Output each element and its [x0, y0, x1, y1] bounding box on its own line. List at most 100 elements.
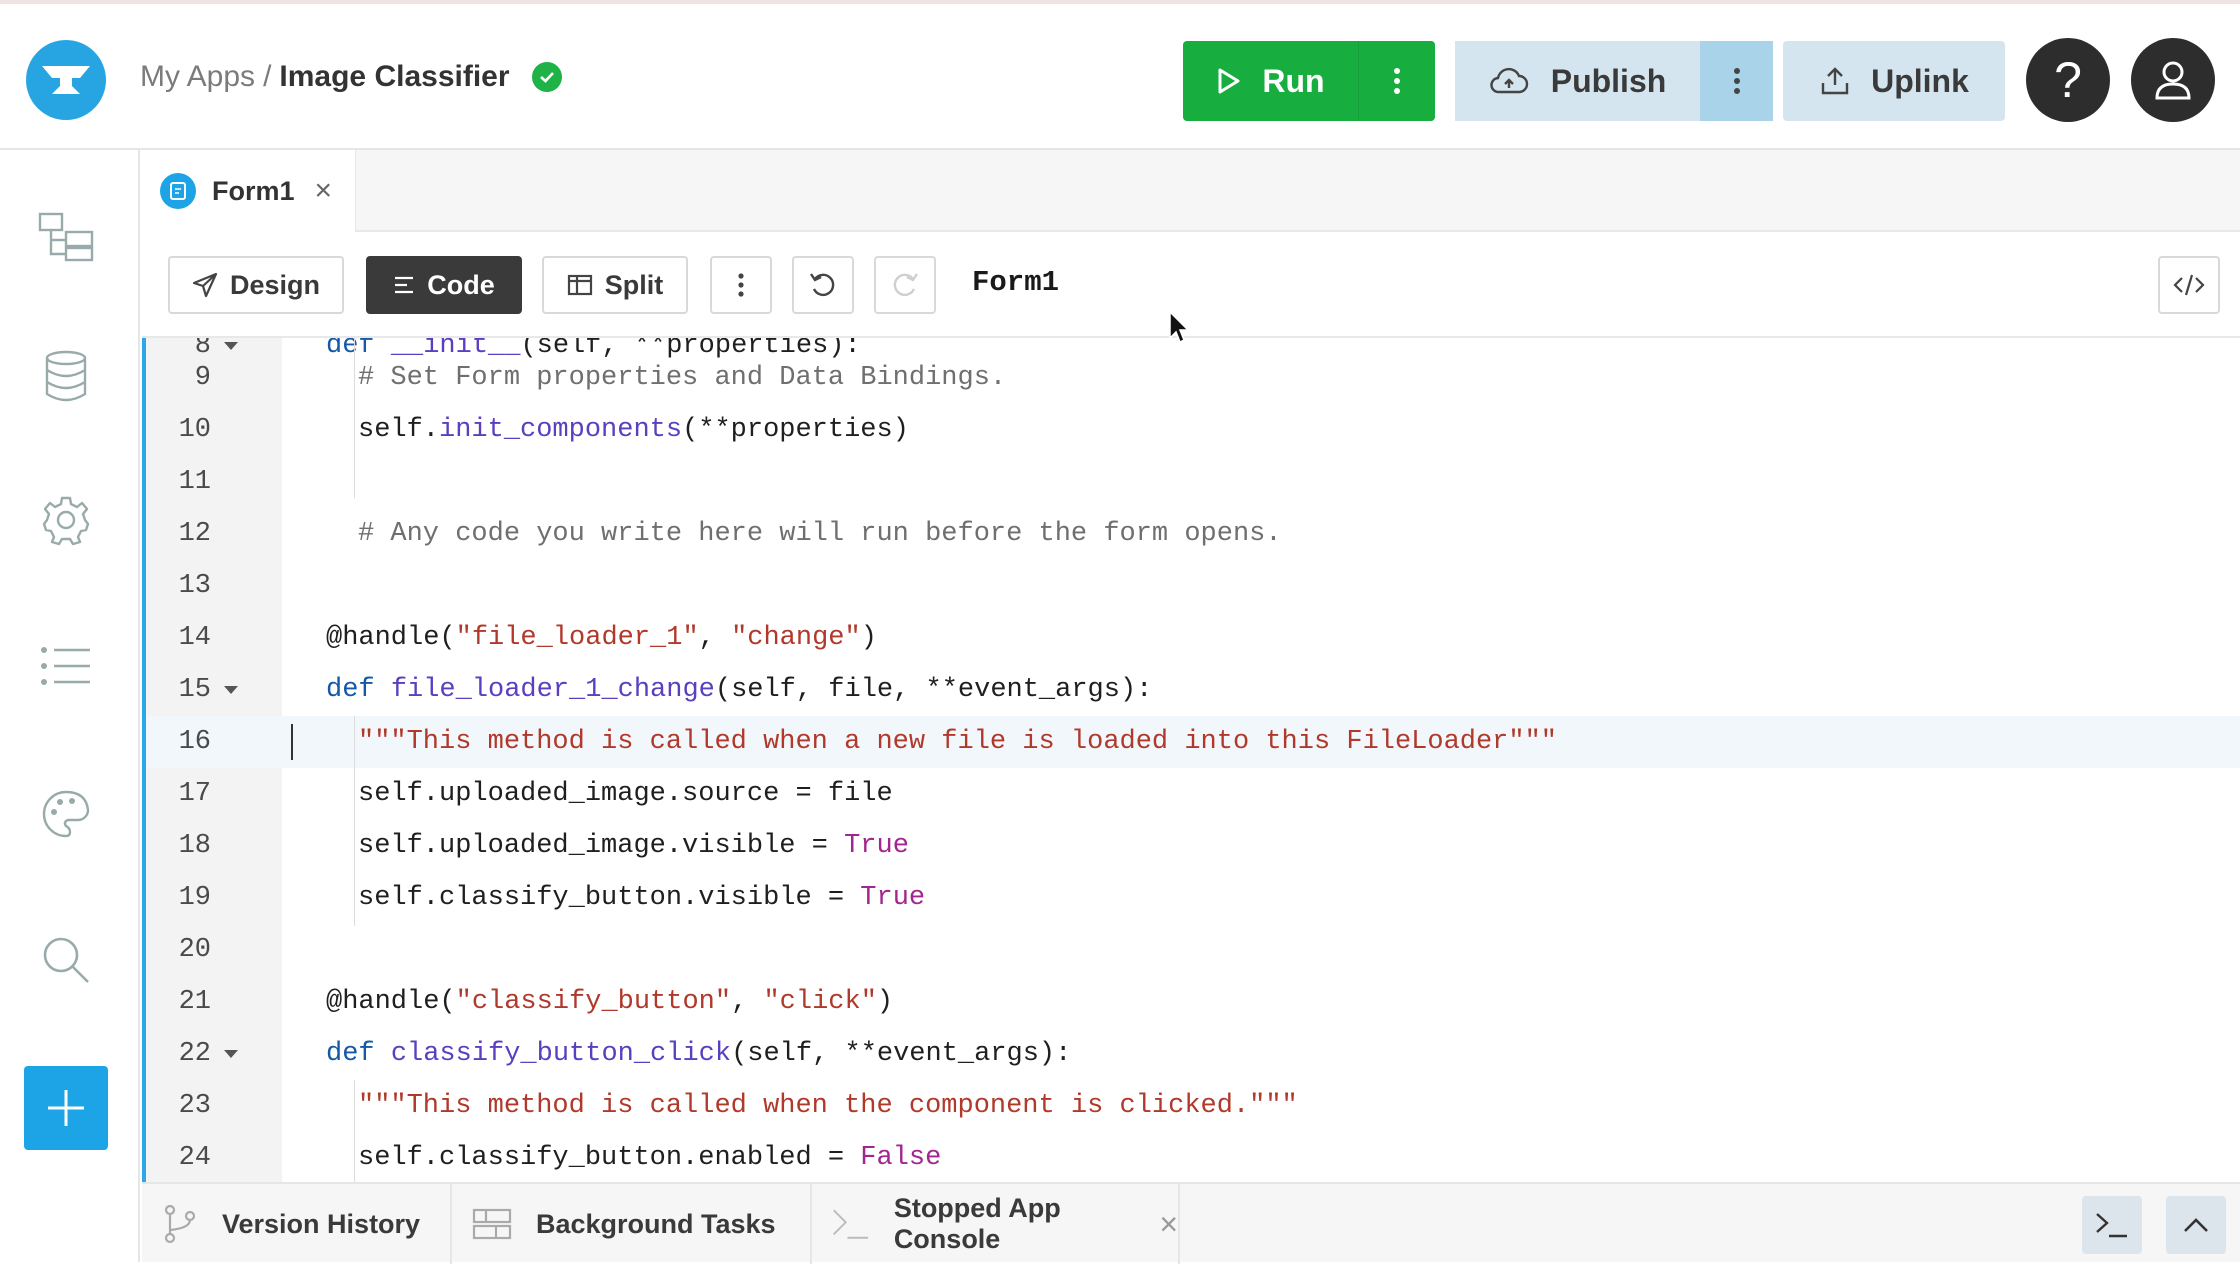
close-icon[interactable]: ×: [315, 174, 333, 208]
code-line[interactable]: 23 """This method is called when the com…: [146, 1080, 2240, 1132]
line-number: 22: [178, 1039, 211, 1069]
publish-more-button[interactable]: [1700, 41, 1773, 121]
line-number: 12: [178, 519, 211, 549]
form-icon: [160, 173, 196, 209]
app-console-tab[interactable]: Stopped App Console ×: [812, 1184, 1180, 1264]
code-token: """This method is called when a new file…: [358, 727, 1557, 757]
help-button[interactable]: ?: [2026, 38, 2110, 122]
sidebar: [0, 150, 140, 1262]
branch-icon: [164, 1204, 196, 1244]
chevron-down-icon[interactable]: [211, 1049, 251, 1059]
editor-tab-bar: Form1 ×: [142, 150, 2240, 232]
code-button[interactable]: Code: [366, 256, 522, 314]
app-console-label: Stopped App Console: [893, 1193, 1061, 1254]
code-token: # Any code you write here will run befor…: [358, 519, 1282, 549]
add-component-button[interactable]: [24, 1066, 108, 1150]
chevron-down-icon[interactable]: [211, 341, 251, 351]
code-token: ,: [698, 623, 732, 653]
help-icon: ?: [2054, 52, 2082, 108]
line-number: 11: [178, 467, 211, 497]
play-icon: [1218, 68, 1240, 94]
tab-form1[interactable]: Form1 ×: [142, 150, 356, 232]
publish-button-group: Publish: [1455, 41, 1773, 121]
code-line[interactable]: 22 def classify_button_click(self, **eve…: [146, 1028, 2240, 1080]
version-history-tab[interactable]: Version History: [142, 1184, 452, 1264]
split-button[interactable]: Split: [542, 256, 688, 314]
database-icon[interactable]: [30, 340, 102, 412]
more-options-button[interactable]: [710, 256, 772, 314]
redo-button[interactable]: [874, 256, 936, 314]
form-title: Form1: [972, 266, 1060, 299]
code-token: True: [860, 883, 926, 913]
run-button-group: Run: [1183, 41, 1435, 121]
line-number: 9: [194, 363, 211, 393]
line-number: 15: [178, 675, 211, 705]
code-token: (self, **event_args):: [731, 1039, 1072, 1069]
code-line[interactable]: 12 # Any code you write here will run be…: [146, 508, 2240, 560]
code-line[interactable]: 14 @handle("file_loader_1", "change"): [146, 612, 2240, 664]
search-icon[interactable]: [30, 924, 102, 996]
code-label: Code: [427, 269, 495, 300]
indent-guide: [354, 716, 355, 926]
publish-button[interactable]: Publish: [1455, 41, 1700, 121]
text-cursor: [291, 724, 293, 760]
chevron-down-icon[interactable]: [211, 685, 251, 695]
run-more-button[interactable]: [1358, 41, 1435, 121]
breadcrumb: My Apps / Image Classifier: [140, 60, 562, 94]
code-line[interactable]: 15 def file_loader_1_change(self, file, …: [146, 664, 2240, 716]
code-line[interactable]: 10 self.init_components(**properties): [146, 404, 2240, 456]
mouse-pointer-icon: [1169, 310, 1190, 344]
more-vertical-icon: [1394, 68, 1400, 94]
code-token: self.uploaded_image.visible =: [358, 831, 845, 861]
redo-icon: [893, 273, 918, 297]
code-line[interactable]: 24 self.classify_button.enabled = False: [146, 1132, 2240, 1182]
check-circle-icon: [531, 62, 562, 92]
code-line[interactable]: 20: [146, 924, 2240, 976]
run-button[interactable]: Run: [1183, 41, 1358, 121]
code-line[interactable]: 18 self.uploaded_image.visible = True: [146, 820, 2240, 872]
background-tasks-tab[interactable]: Background Tasks: [452, 1184, 812, 1264]
terminal-icon: [2096, 1213, 2127, 1238]
design-label: Design: [229, 269, 321, 300]
code-token: ,: [731, 987, 764, 1017]
gear-icon[interactable]: [30, 484, 102, 556]
expand-panel-button[interactable]: [2166, 1196, 2226, 1254]
code-token: False: [860, 1143, 942, 1173]
uplink-button[interactable]: Uplink: [1783, 41, 2005, 121]
code-line[interactable]: 9 # Set Form properties and Data Binding…: [146, 352, 2240, 404]
chevron-up-icon: [2184, 1218, 2208, 1232]
undo-button[interactable]: [792, 256, 854, 314]
line-number: 24: [178, 1143, 211, 1173]
code-toggle-button[interactable]: [2158, 256, 2220, 314]
code-line[interactable]: 13: [146, 560, 2240, 612]
publish-label: Publish: [1550, 62, 1667, 99]
open-console-button[interactable]: [2082, 1196, 2142, 1254]
close-icon[interactable]: ×: [1159, 1206, 1178, 1243]
design-button[interactable]: Design: [168, 256, 344, 314]
code-line[interactable]: 21 @handle("classify_button", "click"): [146, 976, 2240, 1028]
undo-icon: [810, 273, 835, 297]
code-token: def: [326, 1039, 375, 1069]
list-icon[interactable]: [30, 630, 102, 702]
breadcrumb-my-apps[interactable]: My Apps: [140, 60, 255, 94]
code-toggle-icon: [2173, 274, 2205, 296]
user-menu-button[interactable]: [2131, 38, 2215, 122]
code-token: ): [876, 987, 894, 1017]
code-line[interactable]: 11: [146, 456, 2240, 508]
code-line-current[interactable]: 16 """This method is called when a new f…: [146, 716, 2240, 768]
app-name[interactable]: Image Classifier: [279, 60, 509, 94]
code-line[interactable]: 19 self.classify_button.visible = True: [146, 872, 2240, 924]
code-token: True: [844, 831, 909, 861]
code-lines-icon: [395, 276, 414, 294]
app-tree-icon[interactable]: [30, 200, 102, 272]
plus-icon: [48, 1090, 84, 1126]
anvil-logo-icon[interactable]: [26, 40, 106, 120]
code-editor[interactable]: 8 def __init__(self, **properties): 9 # …: [142, 338, 2240, 1182]
code-token: (self, file, **event_args):: [714, 675, 1153, 705]
line-number: 16: [178, 727, 211, 757]
palette-icon[interactable]: [30, 778, 102, 850]
editor-toolbar: Design Code Split Form1: [142, 232, 2240, 338]
line-number: 17: [178, 779, 211, 809]
tasks-icon: [472, 1208, 512, 1240]
code-line[interactable]: 17 self.uploaded_image.source = file: [146, 768, 2240, 820]
